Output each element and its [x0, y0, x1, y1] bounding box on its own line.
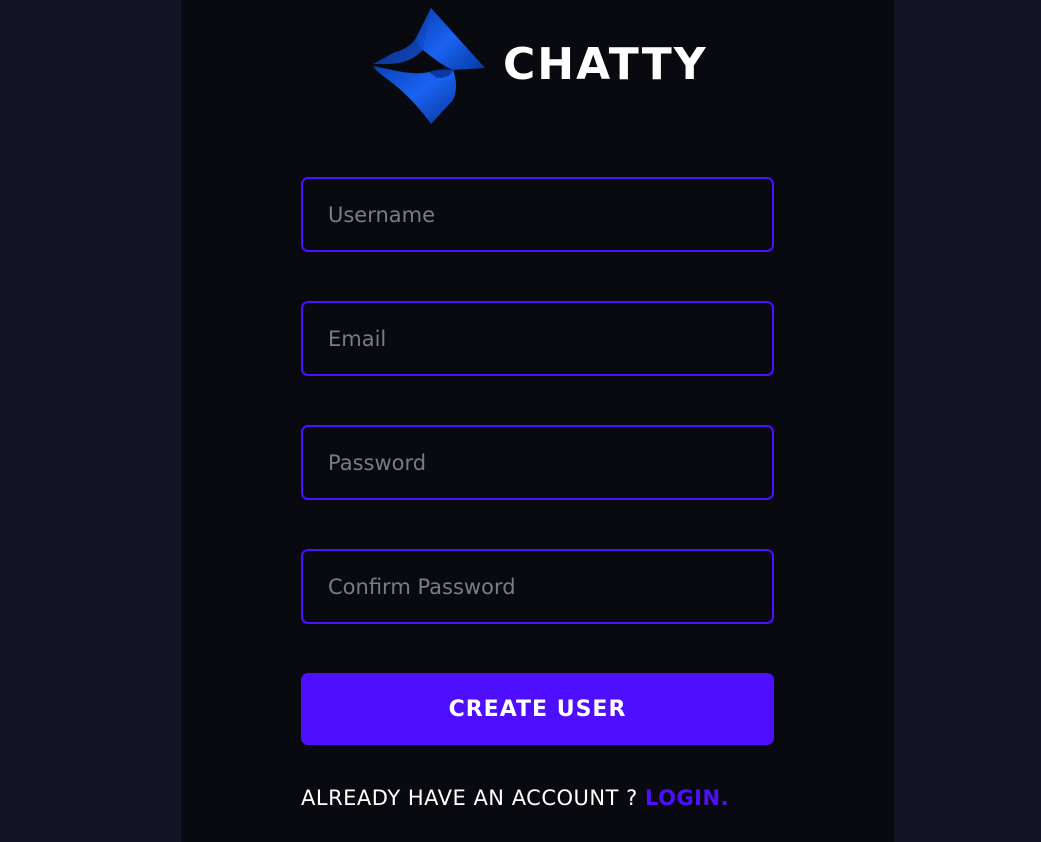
email-input[interactable] [301, 301, 774, 376]
chatty-logo-icon [373, 8, 485, 124]
login-prompt-text: ALREADY HAVE AN ACCOUNT ? [301, 786, 645, 810]
login-link[interactable]: LOGIN. [645, 786, 729, 810]
app-name: CHATTY [503, 38, 708, 90]
username-input[interactable] [301, 177, 774, 252]
password-input[interactable] [301, 425, 774, 500]
brand: CHATTY [373, 6, 708, 126]
login-prompt: ALREADY HAVE AN ACCOUNT ? LOGIN. [301, 786, 781, 810]
register-panel: CHATTY CREATE USER ALREADY HAVE AN ACCOU… [181, 0, 894, 842]
create-user-button[interactable]: CREATE USER [301, 673, 774, 745]
register-page: CHATTY CREATE USER ALREADY HAVE AN ACCOU… [0, 0, 1041, 842]
confirm-password-input[interactable] [301, 549, 774, 624]
